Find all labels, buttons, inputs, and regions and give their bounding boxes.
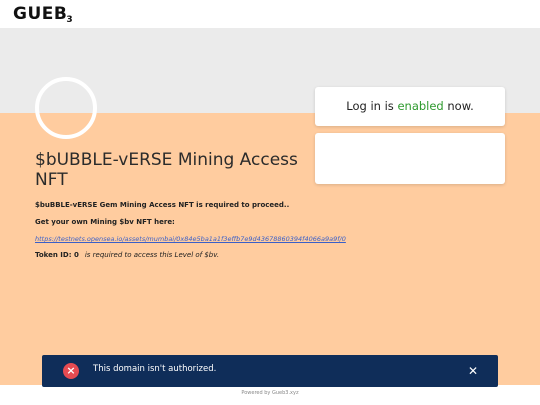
token-info: Token ID: 0 is required to access this Le… [35,251,219,259]
gueb3-logo[interactable]: GUEB3 [13,4,73,25]
toast-message: This domain isn't authorized. [93,364,217,374]
footer-text[interactable]: Powered by Gueb3.xyz [0,390,540,396]
login-status-value: enabled [397,99,444,113]
requirement-text: $buBBLE-vERSE Gem Mining Access NFT is r… [35,201,290,209]
get-nft-text: Get your own Mining $bv NFT here: [35,218,175,226]
page-title: $bUBBLE-vERSE Mining Access NFT [35,150,298,190]
close-icon[interactable]: ✕ [468,363,478,379]
login-widget-card[interactable] [315,133,505,184]
token-id-label: Token ID: 0 [35,251,79,259]
error-icon: × [63,363,79,379]
avatar [35,77,97,139]
token-note: is required to access this Level of $bv. [84,251,220,259]
opensea-link[interactable]: https://testnets.opensea.io/assets/mumba… [35,235,346,243]
top-bar: GUEB3 [0,0,540,28]
error-toast: × This domain isn't authorized. ✕ [42,355,498,387]
login-status-card: Log in is enabled now. [315,87,505,126]
